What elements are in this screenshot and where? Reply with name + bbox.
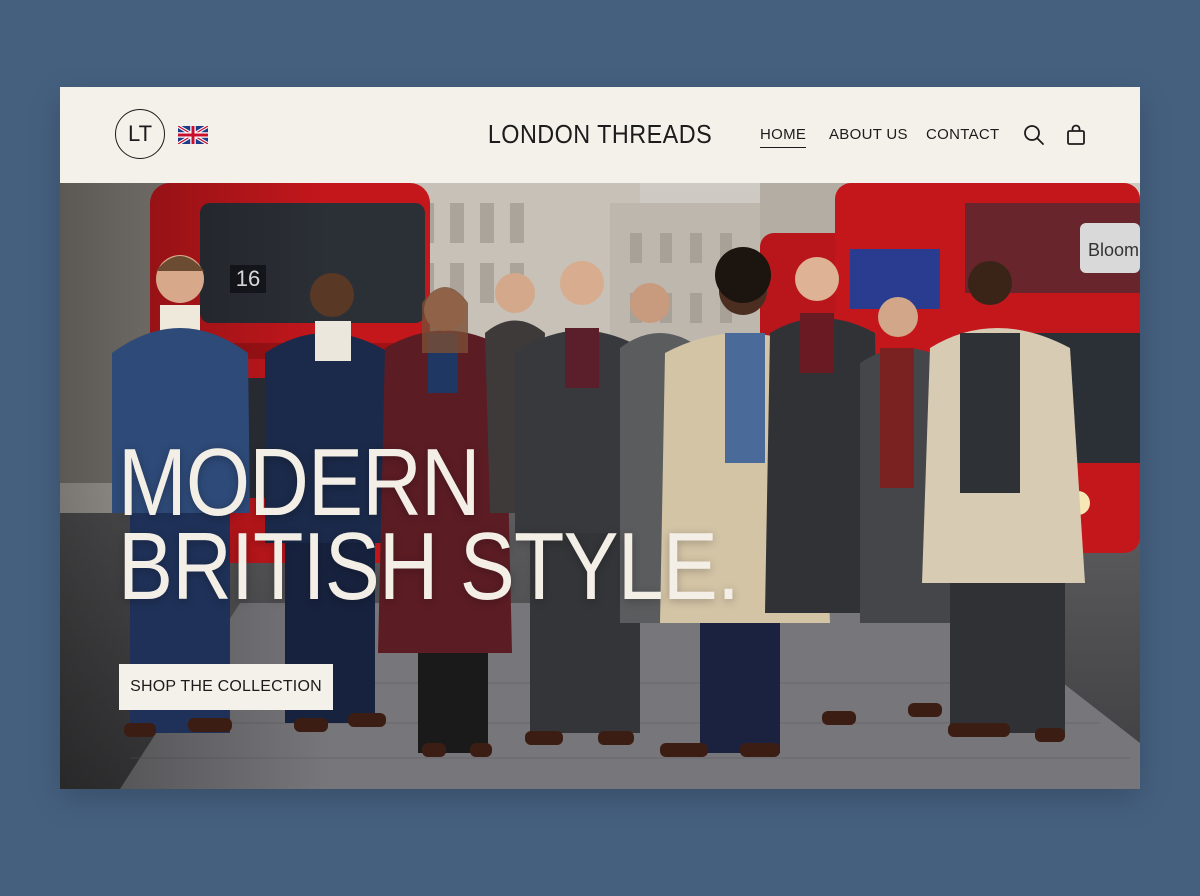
nav-home[interactable]: HOME <box>760 126 807 148</box>
search-icon[interactable] <box>1022 123 1046 147</box>
headline-line-2: BRITISH STYLE. <box>118 513 740 620</box>
uk-flag-icon[interactable] <box>178 126 208 144</box>
brand-name[interactable]: LONDON THREADS <box>456 119 744 150</box>
nav-contact[interactable]: CONTACT <box>926 126 999 143</box>
nav-about-us[interactable]: ABOUT US <box>829 126 908 143</box>
shopping-bag-icon[interactable] <box>1064 123 1088 147</box>
website-window: LT LONDON THREADS HOME ABOUT US CONTACT <box>60 87 1140 789</box>
bus-ad-text: Bloom <box>1088 240 1139 260</box>
site-header: LT LONDON THREADS HOME ABOUT US CONTACT <box>60 87 1140 183</box>
shop-collection-button[interactable]: SHOP THE COLLECTION <box>119 664 333 710</box>
brand-logo[interactable]: LT <box>115 109 165 159</box>
hero-banner: 16 Bloom <box>60 183 1140 789</box>
hero-headline: MODERN BRITISH STYLE. <box>118 435 740 620</box>
